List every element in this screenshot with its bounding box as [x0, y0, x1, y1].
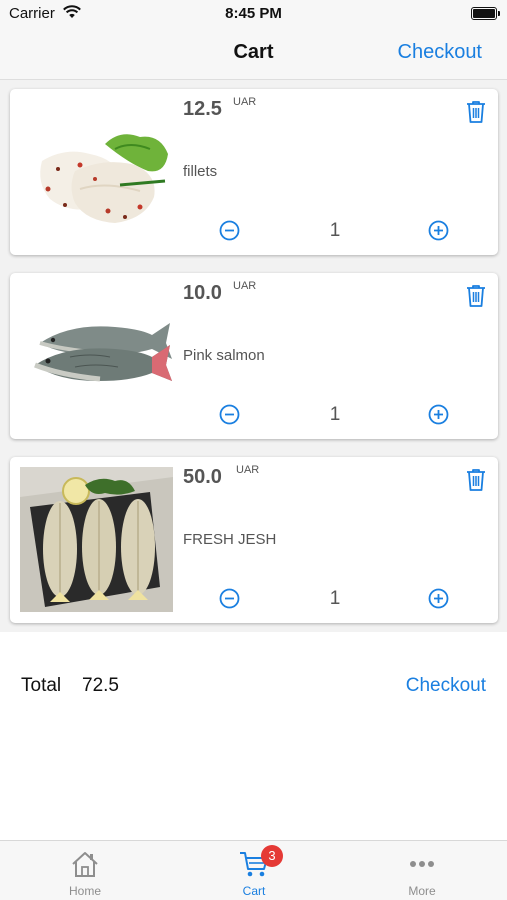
home-icon	[72, 852, 98, 877]
item-price: 12.5	[183, 98, 222, 120]
tab-cart[interactable]: 3 Cart	[204, 841, 304, 900]
increase-quantity-button[interactable]	[428, 588, 449, 609]
item-name: fillets	[183, 163, 218, 180]
cart-item-card: 50.0 UAR FRESH JESH 1	[10, 457, 498, 623]
item-quantity: 1	[329, 588, 341, 609]
increase-quantity-button[interactable]	[428, 220, 449, 241]
cart-count-badge: 3	[261, 845, 283, 867]
total-label: Total	[21, 675, 62, 696]
item-name: Pink salmon	[183, 347, 265, 364]
tab-cart-label: Cart	[242, 884, 266, 898]
battery-icon	[471, 7, 500, 20]
status-time: 8:45 PM	[225, 5, 282, 22]
more-icon	[410, 861, 434, 867]
cart-item-card: 10.0 UAR Pink salmon 1	[10, 273, 498, 439]
checkout-button[interactable]: Checkout	[398, 41, 483, 64]
decrease-quantity-button[interactable]	[219, 588, 240, 609]
tab-more[interactable]: More	[372, 841, 472, 900]
increase-quantity-button[interactable]	[428, 404, 449, 425]
decrease-quantity-button[interactable]	[219, 404, 240, 425]
item-quantity: 1	[329, 220, 341, 241]
fish-fillets-image	[20, 99, 173, 244]
item-price: 50.0	[183, 466, 222, 488]
decrease-quantity-button[interactable]	[219, 220, 240, 241]
item-name: FRESH JESH	[183, 531, 277, 548]
cart-list[interactable]: 12.5 UAR fillets 1 10.0 UAR Pink salmon …	[0, 80, 507, 632]
tab-more-label: More	[408, 884, 436, 898]
item-currency: UAR	[233, 280, 257, 292]
status-bar: Carrier 8:45 PM	[0, 0, 507, 30]
total-value: 72.5	[82, 675, 119, 696]
item-quantity: 1	[329, 404, 341, 425]
tab-bar: Home 3 Cart More	[0, 840, 507, 900]
fresh-fish-image	[20, 467, 173, 612]
tab-home[interactable]: Home	[35, 841, 135, 900]
trash-icon[interactable]	[465, 100, 487, 124]
item-price: 10.0	[183, 282, 222, 304]
tab-home-label: Home	[68, 884, 101, 898]
cart-item-card: 12.5 UAR fillets 1	[10, 89, 498, 255]
trash-icon[interactable]	[465, 468, 487, 492]
trash-icon[interactable]	[465, 284, 487, 308]
item-currency: UAR	[233, 96, 257, 108]
navigation-bar: Cart Checkout	[0, 30, 507, 80]
salmon-image	[20, 283, 173, 428]
item-currency: UAR	[236, 464, 260, 476]
checkout-bottom-button[interactable]: Checkout	[406, 675, 486, 697]
